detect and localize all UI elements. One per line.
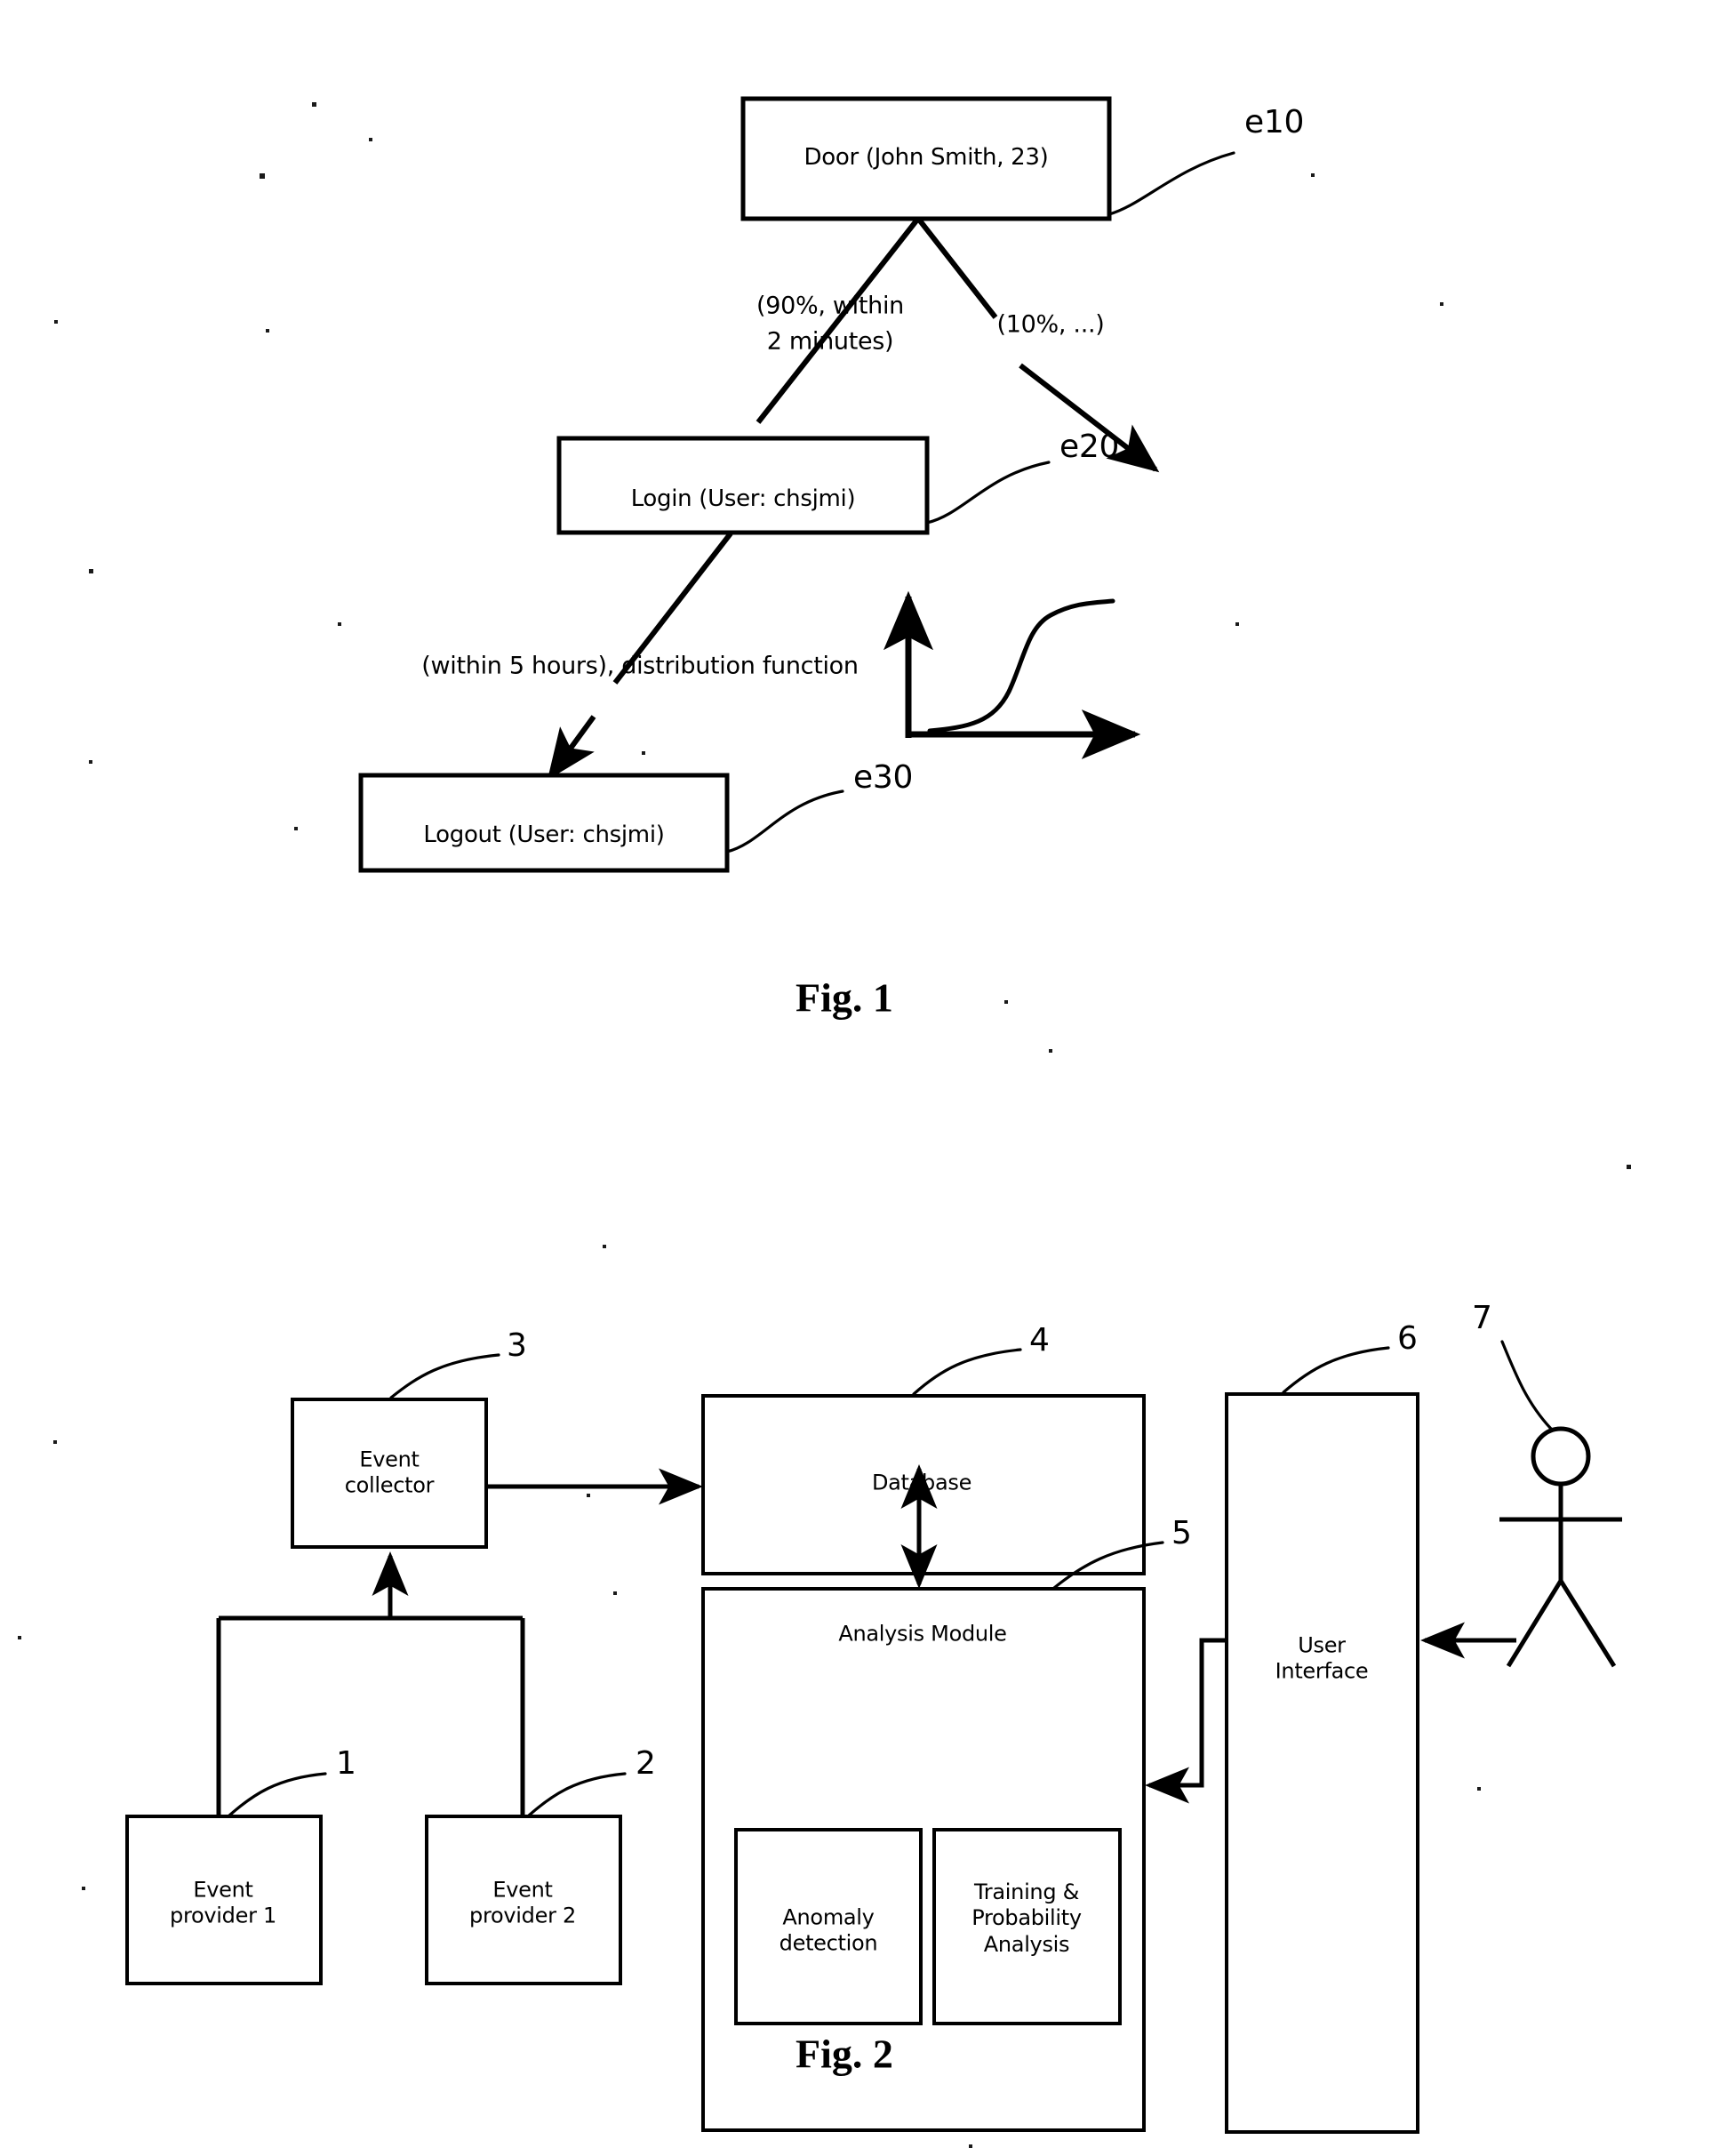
speck	[54, 320, 58, 324]
fig2-ref-1: 1	[336, 1745, 356, 1783]
figure-vector-layer	[18, 96, 1631, 2148]
speck	[338, 622, 341, 626]
speck	[1477, 1787, 1481, 1791]
fig1-ref-e10: e10	[1244, 104, 1305, 141]
fig2-leader-2	[527, 1772, 627, 1817]
fig1-edge-label-90pct-line1: (90%, within	[756, 292, 905, 320]
speck	[18, 1636, 21, 1639]
speck	[613, 1591, 617, 1595]
fig2-node-event-provider-2-label: Event provider 2	[469, 1877, 576, 1928]
speck	[642, 751, 645, 755]
fig2-ref-4: 4	[1029, 1322, 1050, 1359]
fig1-leader-e20	[925, 461, 1051, 525]
fig1-edge-door-to-other-stem	[916, 218, 998, 319]
speck	[369, 138, 372, 141]
fig2-ref-5: 5	[1171, 1515, 1192, 1552]
fig2-edge-ui-to-analysis	[1145, 1638, 1227, 1804]
speck	[1627, 1165, 1631, 1169]
fig1-ref-e30: e30	[853, 759, 914, 797]
fig1-edge-label-90pct-line2: 2 minutes)	[766, 327, 894, 356]
speck	[260, 173, 265, 179]
speck	[1004, 1000, 1008, 1004]
fig1-leader-e30	[725, 789, 844, 854]
speck	[89, 569, 93, 573]
fig2-ref-2: 2	[636, 1745, 656, 1783]
speck	[53, 1440, 57, 1444]
speck	[969, 2144, 972, 2148]
fig2-actor-head	[1531, 1426, 1591, 1487]
fig1-ref-e20: e20	[1059, 429, 1120, 466]
fig2-ref-6: 6	[1397, 1320, 1418, 1358]
fig1-edge-label-5hours: (within 5 hours), distribution function	[421, 652, 859, 680]
speck	[312, 102, 316, 107]
fig2-ref-7: 7	[1472, 1300, 1492, 1337]
speck	[587, 1494, 590, 1497]
speck	[266, 329, 269, 333]
speck	[1049, 1049, 1052, 1053]
fig2-node-database-label: Database	[871, 1470, 972, 1495]
fig2-node-event-provider-1-label: Event provider 1	[170, 1877, 276, 1928]
fig2-node-user-interface-box	[1225, 1392, 1419, 2134]
fig2-leader-7	[1500, 1340, 1553, 1431]
fig1-caption: Fig. 1	[796, 974, 893, 1021]
speck	[82, 1887, 85, 1890]
fig1-edge-login-to-logout-arrow	[547, 715, 596, 781]
speck	[1235, 622, 1239, 626]
fig2-actor-leg-left	[1506, 1579, 1563, 1668]
fig1-edge-label-10pct: (10%, ...)	[996, 310, 1105, 339]
fig1-plot-sigmoid-curve	[927, 598, 1115, 733]
fig2-node-event-collector-label: Event collector	[344, 1447, 435, 1498]
speck	[1311, 173, 1315, 177]
fig1-node-login-label: Login (User: chsjmi)	[630, 485, 856, 513]
fig2-leader-6	[1282, 1346, 1390, 1394]
speck	[1440, 302, 1443, 306]
fig1-node-door-label: Door (John Smith, 23)	[804, 144, 1049, 172]
speck	[294, 827, 298, 830]
fig2-leader-1	[228, 1772, 327, 1817]
fig1-leader-e10	[1107, 151, 1235, 216]
fig2-node-training-probability-label: Training & Probability Analysis	[971, 1879, 1082, 1957]
fig2-node-anomaly-detection-label: Anomaly detection	[779, 1904, 878, 1956]
fig2-ref-3: 3	[507, 1327, 527, 1365]
fig2-node-user-interface-label: User Interface	[1275, 1632, 1369, 1684]
fig2-node-analysis-module-label: Analysis Module	[838, 1621, 1007, 1647]
speck	[89, 760, 92, 764]
fig2-actor-leg-right	[1558, 1579, 1617, 1668]
fig2-caption: Fig. 2	[796, 2031, 893, 2077]
fig2-leader-3	[389, 1353, 500, 1399]
patent-figure-page: Door (John Smith, 23) e10 (90%, within 2…	[0, 0, 1719, 2156]
speck	[603, 1245, 606, 1248]
fig2-leader-4	[912, 1348, 1022, 1396]
fig1-node-logout-label: Logout (User: chsjmi)	[423, 822, 665, 849]
